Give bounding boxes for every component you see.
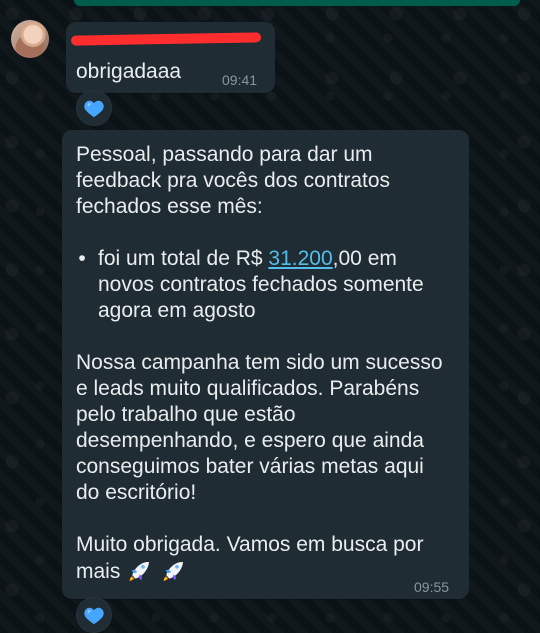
message-time: 09:41 [222,72,258,88]
closing-line: Muito obrigada. Vamos em busca por mais [76,532,446,585]
previous-message-edge [74,0,520,6]
rocket-icon [129,561,150,582]
reaction-badge[interactable] [76,90,112,126]
blue-heart-icon [84,100,104,118]
reaction-badge[interactable] [76,597,112,633]
rocket-icon [163,561,184,582]
bullet-item: • foi um total de R$ 31.200,00 em novos … [76,246,446,324]
avatar[interactable] [11,20,49,58]
message-text: obrigadaaa [76,60,182,83]
bullet-text: foi um total de R$ 31.200,00 em novos co… [98,246,446,324]
bullet-prefix: foi um total de R$ [98,247,269,270]
amount-suffix: ,00 [332,247,362,270]
message-paragraph: Nossa campanha tem sido um sucesso e lea… [76,351,443,504]
message-text: Pessoal, passando para dar um feedback p… [76,142,446,585]
blue-heart-icon [84,607,104,625]
message-time: 09:55 [414,579,450,595]
bullet-dot: • [78,247,86,270]
message-paragraph: Pessoal, passando para dar um feedback p… [76,143,391,218]
amount-link[interactable]: 31.200 [268,247,332,270]
